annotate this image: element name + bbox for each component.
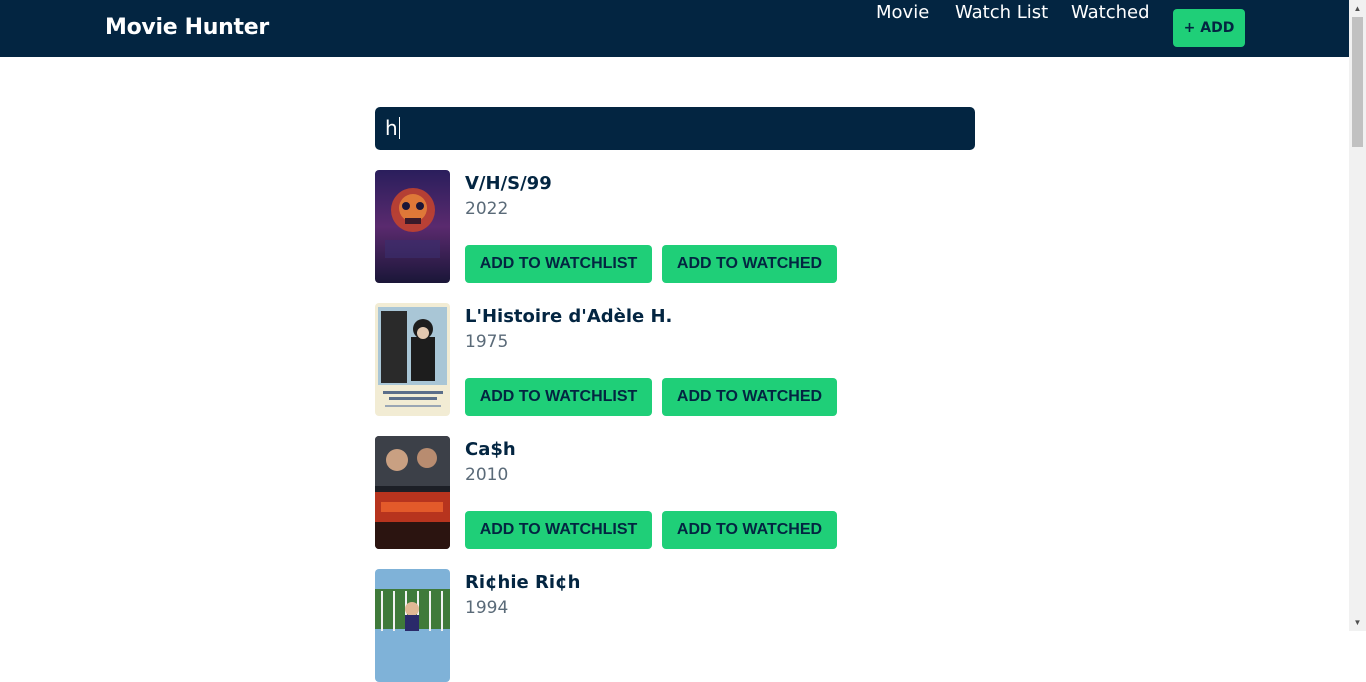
movie-title[interactable]: Ca$h: [465, 438, 516, 462]
search-input-value: h: [385, 116, 398, 140]
nav-link-watch-list[interactable]: Watch List: [955, 0, 1048, 26]
result-item: V/H/S/99 2022 ADD TO WATCHLIST ADD TO WA…: [375, 170, 975, 283]
movie-year: 1994: [465, 598, 509, 618]
scroll-up-arrow-icon[interactable]: ▲: [1349, 0, 1366, 17]
add-to-watchlist-button[interactable]: ADD TO WATCHLIST: [465, 511, 652, 549]
add-button[interactable]: + ADD: [1173, 9, 1245, 47]
add-to-watched-button[interactable]: ADD TO WATCHED: [662, 245, 837, 283]
result-item: L'Histoire d'Adèle H. 1975 ADD TO WATCHL…: [375, 303, 975, 416]
adele-h-poster-icon: [375, 303, 450, 416]
text-caret: [398, 117, 400, 139]
top-navbar: Movie Hunter Movie Watch List Watched + …: [0, 0, 1349, 57]
nav-link-movie[interactable]: Movie: [876, 0, 929, 26]
movie-year: 2022: [465, 199, 509, 219]
cash-poster-icon: [375, 436, 450, 549]
add-to-watchlist-button[interactable]: ADD TO WATCHLIST: [465, 378, 652, 416]
result-item: Ca$h 2010 ADD TO WATCHLIST ADD TO WATCHE…: [375, 436, 975, 549]
add-to-watched-button[interactable]: ADD TO WATCHED: [662, 511, 837, 549]
movie-title[interactable]: V/H/S/99: [465, 172, 552, 196]
movie-title[interactable]: Ri¢hie Ri¢h: [465, 571, 580, 595]
movie-title[interactable]: L'Histoire d'Adèle H.: [465, 305, 672, 329]
brand-logo[interactable]: Movie Hunter: [105, 13, 269, 43]
page-scrollbar[interactable]: ▲ ▼: [1349, 0, 1366, 631]
richie-rich-poster-icon: [375, 569, 450, 682]
search-input[interactable]: h: [375, 107, 975, 150]
nav-link-watched[interactable]: Watched: [1071, 0, 1150, 26]
scroll-down-arrow-icon[interactable]: ▼: [1349, 614, 1366, 631]
add-to-watched-button[interactable]: ADD TO WATCHED: [662, 378, 837, 416]
result-item: Ri¢hie Ri¢h 1994: [375, 569, 975, 682]
vhs99-poster-icon: [375, 170, 450, 283]
scroll-thumb[interactable]: [1352, 17, 1363, 147]
movie-year: 1975: [465, 332, 509, 352]
add-to-watchlist-button[interactable]: ADD TO WATCHLIST: [465, 245, 652, 283]
movie-year: 2010: [465, 465, 509, 485]
